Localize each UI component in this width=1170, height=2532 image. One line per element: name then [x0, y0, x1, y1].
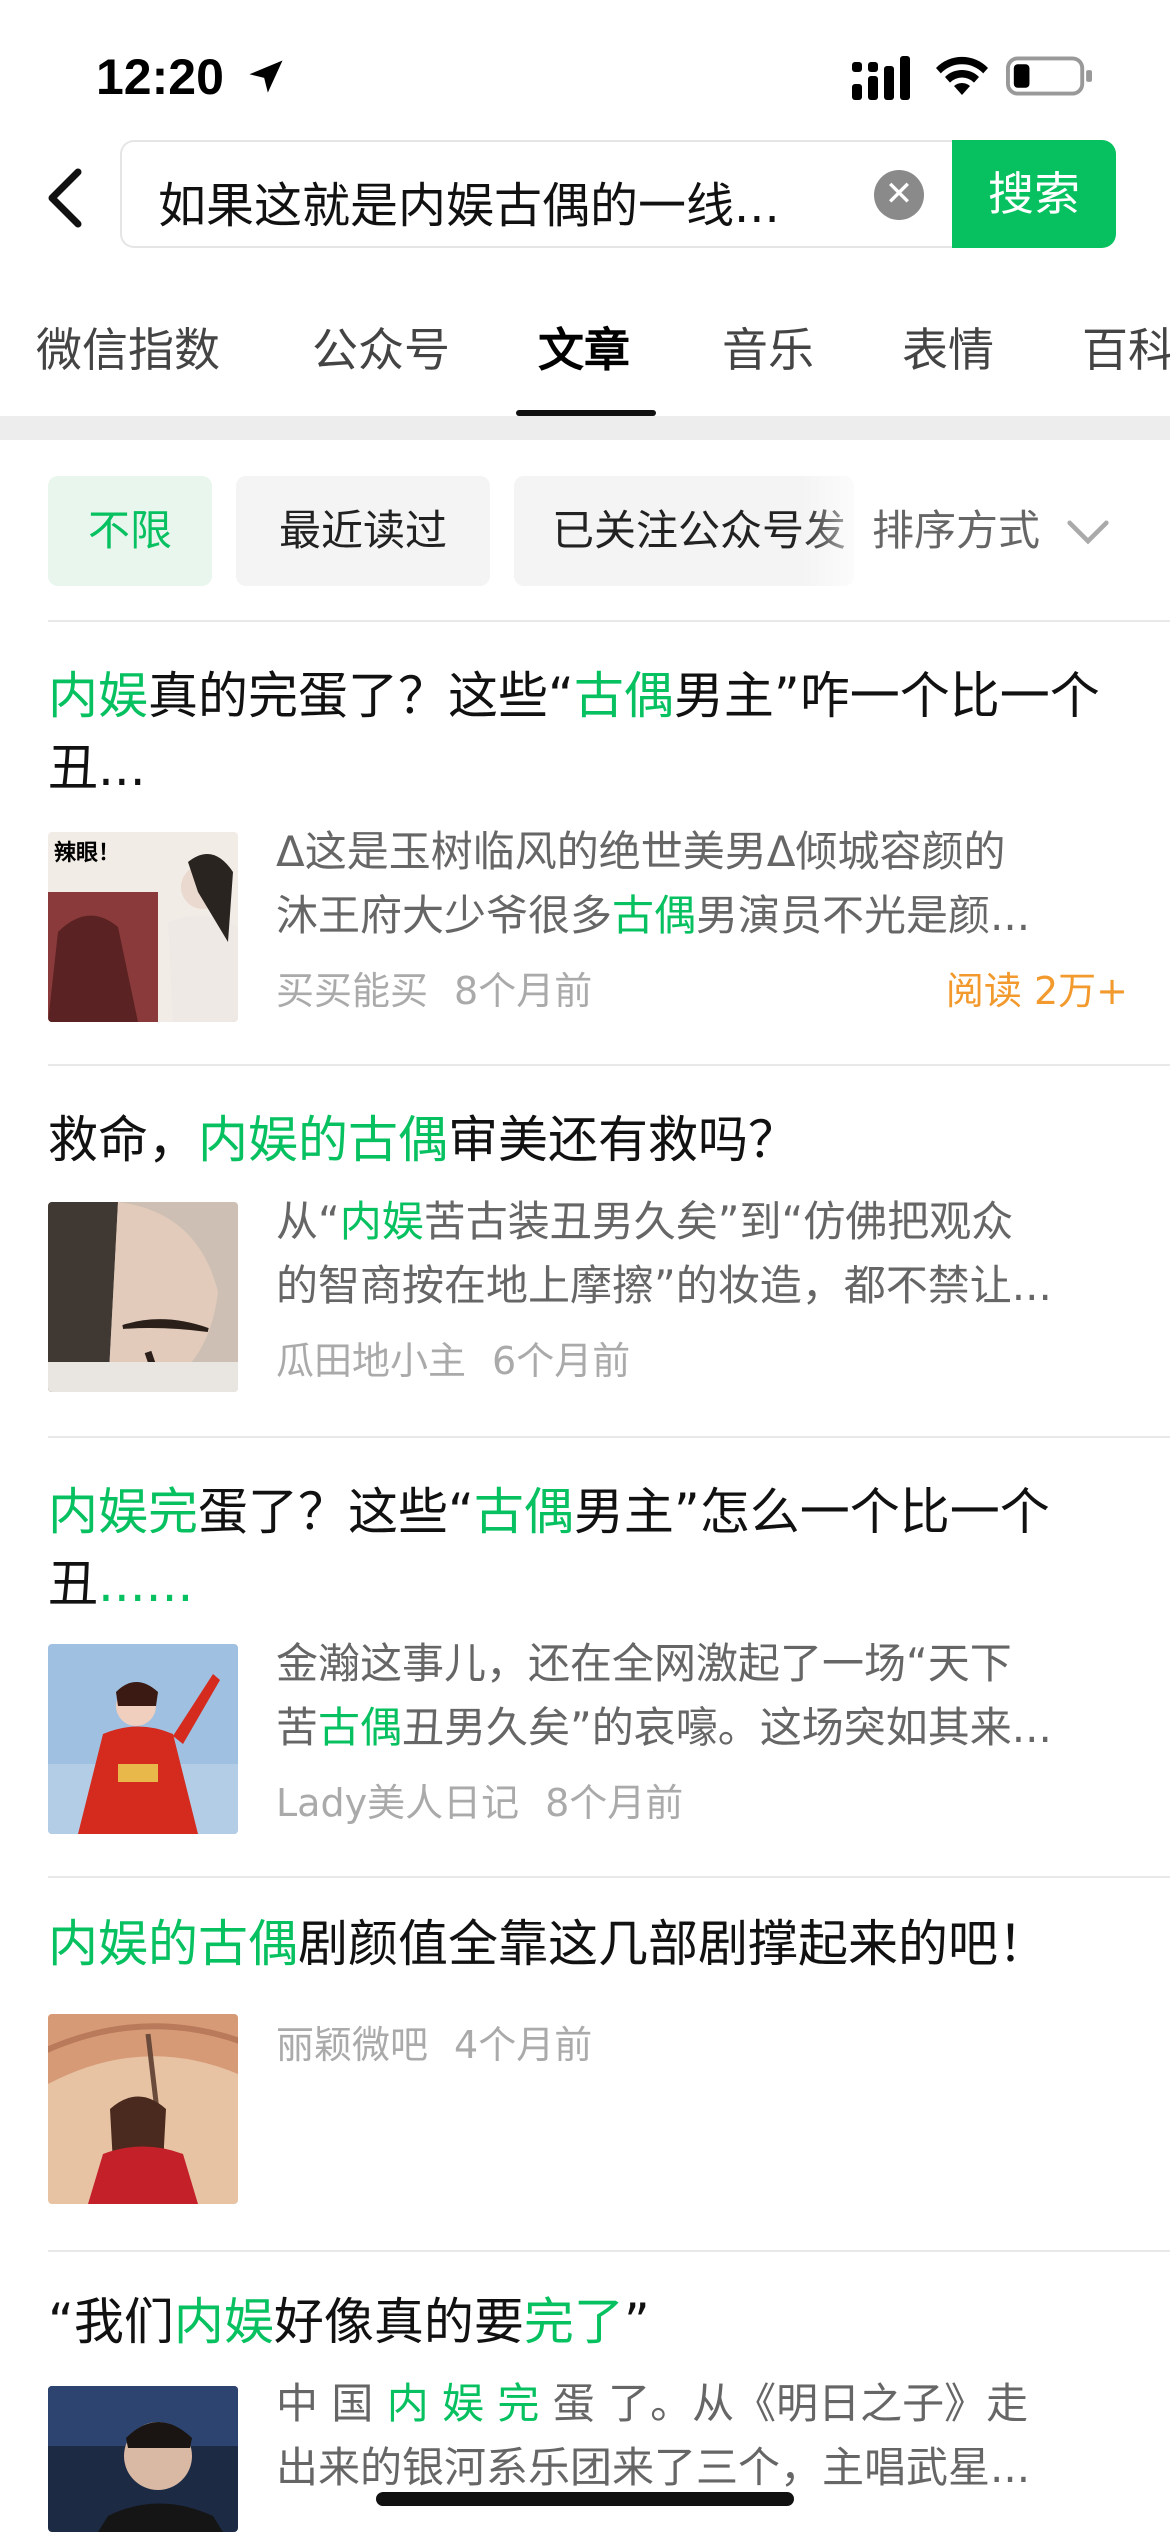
article-title[interactable]: 内娱的古偶剧颜值全靠这几部剧撑起来的吧！ — [48, 1908, 1128, 1980]
article-time: 8个月前 — [545, 1781, 684, 1825]
article-item[interactable]: 内娱真的完蛋了？这些“古偶男主”咋一个比一个丑... 辣眼！ Δ这是玉树临风的绝… — [48, 660, 1128, 1022]
wifi-icon — [936, 56, 988, 95]
article-source: 瓜田地小主 — [276, 1339, 467, 1383]
search-query: 如果这就是内娱古偶的一线... — [158, 178, 780, 234]
chevron-down-icon[interactable] — [1066, 512, 1110, 552]
cellular-signal-icon — [852, 56, 910, 100]
article-item[interactable]: 救命，内娱的古偶审美还有救吗？ 从“内娱苦古装丑男久矣”到“仿佛把观众 的智商按在… — [48, 1104, 1128, 1392]
summary-line: 中 国 内 娱 完 蛋 了。从《明日之子》走 — [276, 2379, 1029, 2428]
divider — [48, 1876, 1170, 1878]
keyword-highlight: 内 娱 完 — [386, 2379, 540, 2428]
article-meta: 瓜田地小主 6个月前 — [276, 1330, 630, 1385]
article-item[interactable]: 内娱的古偶剧颜值全靠这几部剧撑起来的吧！ 丽颖微吧 4个月前 — [48, 1908, 1128, 2204]
article-thumbnail — [48, 1644, 238, 1834]
divider — [48, 1064, 1170, 1066]
article-thumbnail: 辣眼！ — [48, 832, 238, 1022]
search-input[interactable]: 如果这就是内娱古偶的一线... ✕ — [120, 140, 952, 248]
article-summary: 金瀚这事儿，还在全网激起了一场“天下 苦古偶丑男久矣”的哀嚎。这场突如其来... — [276, 1632, 1156, 1760]
keyword-highlight: 古偶 — [573, 667, 674, 725]
article-source: 买买能买 — [276, 969, 429, 1013]
summary-line: 出来的银河系乐团来了三个，主唱武星... — [276, 2443, 1031, 2492]
tab-stickers[interactable]: 表情 — [902, 314, 994, 380]
article-title[interactable]: “我们内娱好像真的要完了” — [48, 2286, 1128, 2358]
article-time: 6个月前 — [492, 1339, 631, 1383]
article-meta: 买买能买 8个月前 — [276, 960, 592, 1015]
summary-line: 从“内娱苦古装丑男久矣”到“仿佛把观众 — [276, 1197, 1014, 1246]
status-time: 12:20 — [96, 49, 224, 105]
divider — [48, 620, 1170, 622]
divider — [48, 1436, 1170, 1438]
article-title[interactable]: 内娱真的完蛋了？这些“古偶男主”咋一个比一个丑... — [48, 660, 1128, 804]
article-time: 8个月前 — [454, 969, 593, 1013]
read-count: 阅读 2万+ — [945, 969, 1128, 1013]
keyword-highlight: 内娱的古偶 — [48, 1915, 298, 1973]
article-source: Lady美人日记 — [276, 1781, 520, 1825]
article-summary: 中 国 内 娱 完 蛋 了。从《明日之子》走 出来的银河系乐团来了三个，主唱武星.… — [276, 2372, 1156, 2500]
summary-line: 沐王府大少爷很多古偶男演员不光是颜... — [276, 891, 1031, 940]
back-chevron-icon[interactable] — [42, 168, 86, 228]
summary-line: Δ这是玉树临风的绝世美男Δ倾城容颜的 — [276, 827, 1006, 876]
tab-music[interactable]: 音乐 — [722, 314, 814, 380]
article-item[interactable]: “我们内娱好像真的要完了” 中 国 内 娱 完 蛋 了。从《明日之子》走 出来的银… — [48, 2286, 1128, 2532]
keyword-highlight: 完了 — [523, 2293, 624, 2351]
keyword-highlight: 内娱 — [48, 667, 148, 725]
article-title[interactable]: 内娱完蛋了？这些“古偶男主”怎么一个比一个丑...... — [48, 1476, 1128, 1620]
keyword-highlight: 内娱 — [339, 1197, 424, 1246]
article-item[interactable]: 内娱完蛋了？这些“古偶男主”怎么一个比一个丑...... 金瀚这事儿，还在全网激… — [48, 1476, 1128, 1834]
filter-chip-recently-read[interactable]: 最近读过 — [236, 476, 490, 586]
article-thumbnail — [48, 2386, 238, 2532]
location-arrow-icon — [249, 60, 283, 93]
filter-chip-unlimited[interactable]: 不限 — [48, 476, 212, 586]
keyword-highlight: 内娱 — [173, 2293, 274, 2351]
keyword-highlight: 古偶 — [318, 1703, 403, 1752]
summary-line: 金瀚这事儿，还在全网激起了一场“天下 — [276, 1639, 1012, 1688]
article-source: 丽颖微吧 — [276, 2023, 429, 2067]
keyword-highlight: 内娱的古偶 — [198, 1111, 448, 1169]
article-summary: Δ这是玉树临风的绝世美男Δ倾城容颜的 沐王府大少爷很多古偶男演员不光是颜... — [276, 820, 1156, 948]
article-time: 4个月前 — [454, 2023, 593, 2067]
category-tabs: 微信指数 公众号 文章 音乐 表情 百科 — [0, 270, 1170, 416]
divider — [48, 2250, 1170, 2252]
tab-official-accounts[interactable]: 公众号 — [312, 314, 450, 380]
summary-line: 苦古偶丑男久矣”的哀嚎。这场突如其来... — [276, 1703, 1052, 1752]
battery-icon — [1006, 56, 1092, 96]
search-button[interactable]: 搜索 — [952, 140, 1116, 248]
home-indicator[interactable] — [376, 2492, 794, 2506]
keyword-highlight: 古偶 — [473, 1483, 574, 1541]
status-bar: 12:20 — [0, 0, 1170, 140]
article-thumbnail — [48, 2014, 238, 2204]
article-title[interactable]: 救命，内娱的古偶审美还有救吗？ — [48, 1104, 1128, 1176]
filter-fade — [800, 476, 880, 586]
tab-wechat-index[interactable]: 微信指数 — [36, 314, 220, 380]
summary-line: 的智商按在地上摩擦”的妆造，都不禁让... — [276, 1261, 1052, 1310]
tab-encyclopedia[interactable]: 百科 — [1082, 314, 1170, 380]
article-thumbnail — [48, 1202, 238, 1392]
article-meta: 丽颖微吧 4个月前 — [276, 2014, 592, 2069]
article-summary: 从“内娱苦古装丑男久矣”到“仿佛把观众 的智商按在地上摩擦”的妆造，都不禁让... — [276, 1190, 1156, 1318]
keyword-highlight: ...... — [98, 1555, 194, 1613]
sort-dropdown[interactable]: 排序方式 — [872, 476, 1040, 586]
thumbnail-caption: 辣眼！ — [54, 840, 120, 866]
section-divider — [0, 416, 1170, 440]
tab-articles[interactable]: 文章 — [538, 314, 630, 380]
clear-search-icon[interactable]: ✕ — [874, 170, 924, 220]
keyword-highlight: 内娱完 — [48, 1483, 198, 1541]
keyword-highlight: 古偶 — [612, 891, 697, 940]
article-meta: Lady美人日记 8个月前 — [276, 1772, 683, 1827]
